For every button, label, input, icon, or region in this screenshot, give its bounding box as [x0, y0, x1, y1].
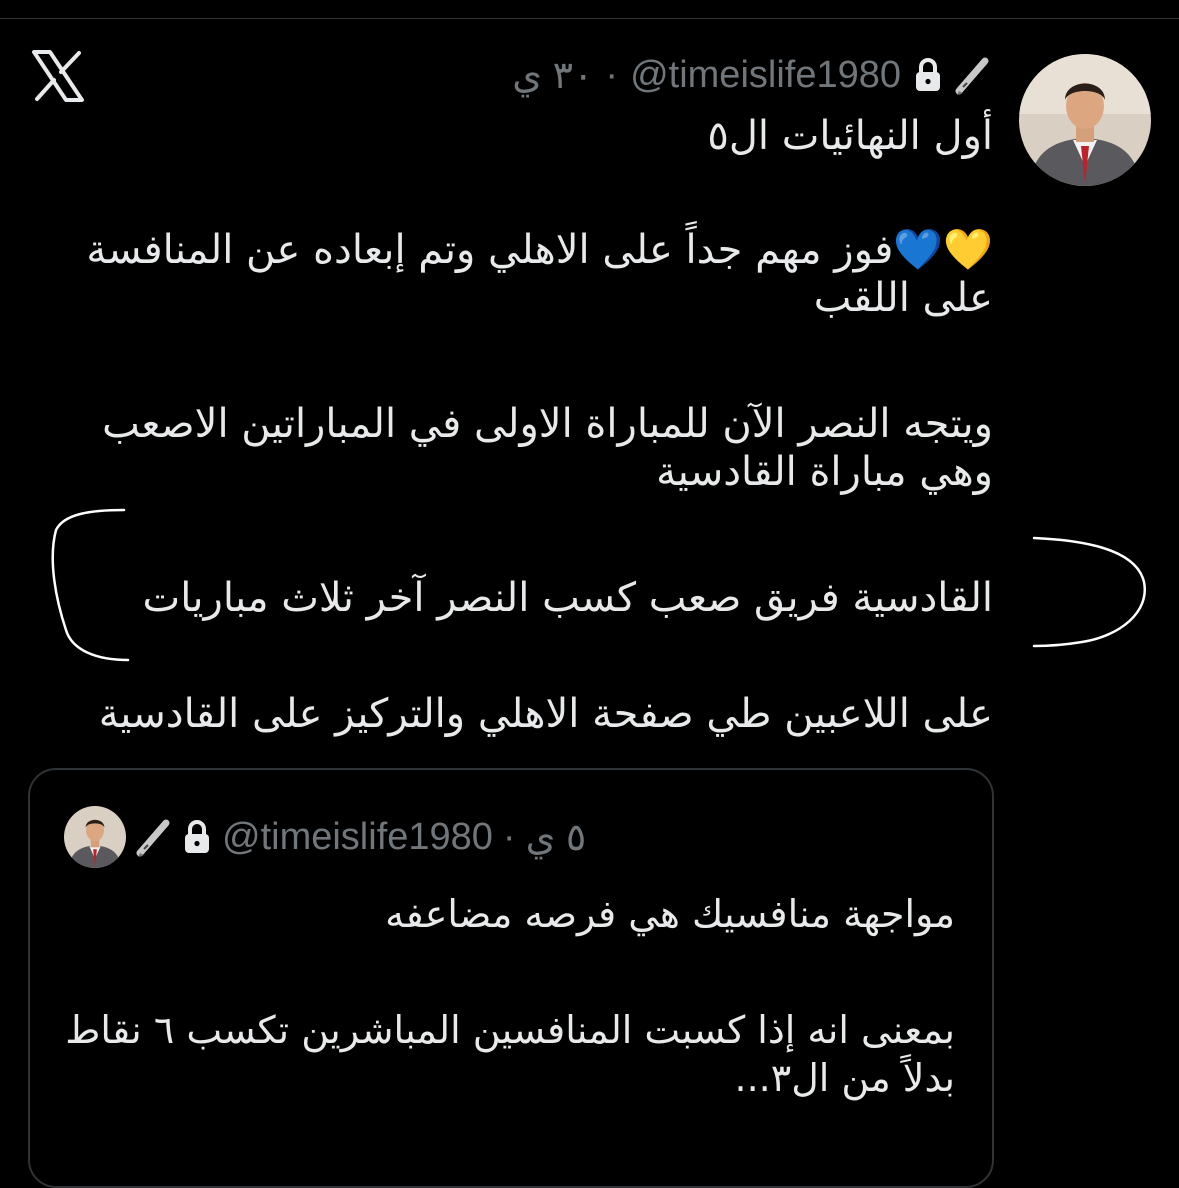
fountain-pen-icon — [136, 817, 172, 857]
lock-icon — [182, 819, 212, 855]
quoted-tweet-text-line: مواجهة منافسيك هي فرصه مضاعفه — [385, 892, 955, 936]
separator-dot: · — [502, 815, 516, 858]
hand-drawn-bracket-annotation — [51, 508, 1147, 662]
quoted-author-handle: @timeislife1980 — [222, 815, 493, 858]
quoted-avatar-image — [64, 806, 126, 868]
quoted-avatar — [64, 806, 126, 868]
quoted-tweet-text-line: بمعنى انه إذا كسبت المنافسين المباشرين ت… — [65, 1008, 955, 1100]
quoted-timestamp: ٥ ي — [525, 816, 587, 859]
quoted-tweet-header: @timeislife1980 · ٥ ي — [136, 812, 586, 862]
